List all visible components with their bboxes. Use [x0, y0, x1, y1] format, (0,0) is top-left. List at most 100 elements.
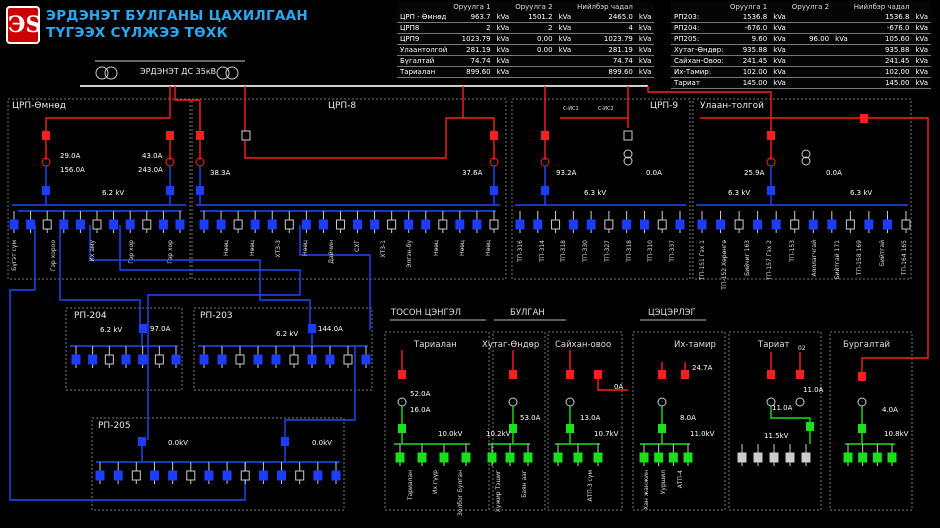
feeder-breaker[interactable] — [417, 452, 427, 463]
feeder-breaker[interactable] — [277, 470, 287, 481]
feeder-breaker[interactable] — [235, 354, 245, 365]
feeder-breaker[interactable] — [250, 219, 260, 230]
feeder-breaker[interactable] — [668, 452, 678, 463]
feeder-breaker[interactable] — [204, 470, 214, 481]
feeder-breaker[interactable] — [827, 219, 837, 230]
feeder-breaker[interactable] — [253, 354, 263, 365]
feeder-breaker[interactable] — [801, 452, 811, 463]
feeder-breaker[interactable] — [843, 452, 853, 463]
feeder-breaker[interactable] — [439, 452, 449, 463]
feeder-breaker[interactable] — [887, 452, 897, 463]
feeder-breaker[interactable] — [737, 452, 747, 463]
feeder-breaker[interactable] — [370, 219, 380, 230]
feeder-breaker[interactable] — [683, 452, 693, 463]
feeder-breaker[interactable] — [171, 354, 181, 365]
feeder-breaker[interactable] — [233, 219, 243, 230]
feeder-breaker[interactable] — [845, 219, 855, 230]
feeder-breaker[interactable] — [568, 219, 578, 230]
feeder-breaker[interactable] — [175, 219, 185, 230]
feeder-breaker[interactable] — [154, 354, 164, 365]
feeder-breaker[interactable] — [769, 452, 779, 463]
feeder-breaker[interactable] — [790, 219, 800, 230]
sub-khutag-undur[interactable]: Хутаг-Өндөр — [482, 340, 539, 350]
sub-tarialan[interactable]: Тариалан — [414, 340, 457, 350]
feeder-breaker[interactable] — [421, 219, 431, 230]
feeder-breaker[interactable] — [113, 470, 123, 481]
feeder-breaker[interactable] — [734, 219, 744, 230]
feeder-breaker[interactable] — [199, 219, 209, 230]
feeder-breaker[interactable] — [858, 452, 868, 463]
feeder-breaker[interactable] — [121, 354, 131, 365]
feeder-breaker[interactable] — [88, 354, 98, 365]
feeder-breaker[interactable] — [289, 354, 299, 365]
feeder-breaker[interactable] — [318, 219, 328, 230]
feeder-breaker[interactable] — [586, 219, 596, 230]
sub-tariat[interactable]: Тариат — [758, 340, 789, 350]
feeder-breaker[interactable] — [551, 219, 561, 230]
feeder-breaker[interactable] — [657, 219, 667, 230]
feeder-breaker[interactable] — [335, 219, 345, 230]
feeder-breaker[interactable] — [301, 219, 311, 230]
feeder-breaker[interactable] — [142, 219, 152, 230]
feeder-breaker[interactable] — [395, 452, 405, 463]
feeder-breaker[interactable] — [216, 219, 226, 230]
feeder-breaker[interactable] — [138, 354, 148, 365]
feeder-breaker[interactable] — [654, 452, 664, 463]
feeder-breaker[interactable] — [343, 354, 353, 365]
feeder-breaker[interactable] — [523, 452, 533, 463]
feeder-breaker[interactable] — [125, 219, 135, 230]
feeder-breaker[interactable] — [901, 219, 911, 230]
feeder-breaker[interactable] — [864, 219, 874, 230]
feeder-breaker[interactable] — [313, 470, 323, 481]
feeder-breaker[interactable] — [573, 452, 583, 463]
feeder-breaker[interactable] — [622, 219, 632, 230]
sub-saikhan-ovoo[interactable]: Сайхан-овоо — [555, 340, 611, 350]
feeder-breaker[interactable] — [217, 354, 227, 365]
feeder-breaker[interactable] — [186, 470, 196, 481]
feeder-breaker[interactable] — [168, 470, 178, 481]
feeder-breaker[interactable] — [489, 219, 499, 230]
feeder-breaker[interactable] — [240, 470, 250, 481]
feeder-breaker[interactable] — [109, 219, 119, 230]
feeder-breaker[interactable] — [267, 219, 277, 230]
feeder-breaker[interactable] — [284, 219, 294, 230]
feeder-breaker[interactable] — [675, 219, 685, 230]
feeder-breaker[interactable] — [307, 354, 317, 365]
feeder-breaker[interactable] — [158, 219, 168, 230]
feeder-breaker[interactable] — [258, 470, 268, 481]
feeder-breaker[interactable] — [331, 470, 341, 481]
feeder-breaker[interactable] — [75, 219, 85, 230]
feeder-breaker[interactable] — [353, 219, 363, 230]
feeder-breaker[interactable] — [753, 452, 763, 463]
sub-burgaltai[interactable]: Бургалтай — [843, 340, 890, 350]
feeder-breaker[interactable] — [199, 354, 209, 365]
sub-ikh-tamir[interactable]: Их-тамир — [674, 340, 716, 350]
feeder-breaker[interactable] — [42, 219, 52, 230]
feeder-breaker[interactable] — [387, 219, 397, 230]
feeder-breaker[interactable] — [438, 219, 448, 230]
feeder-breaker[interactable] — [9, 219, 19, 230]
feeder-breaker[interactable] — [59, 219, 69, 230]
feeder-breaker[interactable] — [95, 470, 105, 481]
feeder-breaker[interactable] — [505, 452, 515, 463]
feeder-breaker[interactable] — [131, 470, 141, 481]
feeder-breaker[interactable] — [487, 452, 497, 463]
feeder-breaker[interactable] — [872, 452, 882, 463]
feeder-breaker[interactable] — [753, 219, 763, 230]
feeder-breaker[interactable] — [222, 470, 232, 481]
feeder-breaker[interactable] — [515, 219, 525, 230]
feeder-breaker[interactable] — [697, 219, 707, 230]
feeder-breaker[interactable] — [271, 354, 281, 365]
feeder-breaker[interactable] — [295, 470, 305, 481]
feeder-breaker[interactable] — [92, 219, 102, 230]
feeder-breaker[interactable] — [472, 219, 482, 230]
feeder-breaker[interactable] — [104, 354, 114, 365]
feeder-breaker[interactable] — [604, 219, 614, 230]
feeder-breaker[interactable] — [593, 452, 603, 463]
feeder-breaker[interactable] — [325, 354, 335, 365]
feeder-breaker[interactable] — [639, 452, 649, 463]
feeder-breaker[interactable] — [26, 219, 36, 230]
feeder-breaker[interactable] — [785, 452, 795, 463]
feeder-breaker[interactable] — [455, 219, 465, 230]
feeder-breaker[interactable] — [461, 452, 471, 463]
